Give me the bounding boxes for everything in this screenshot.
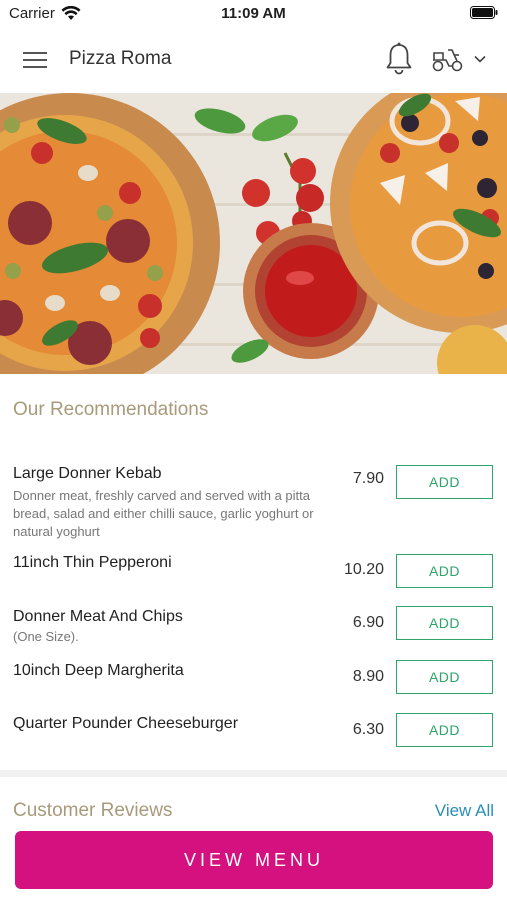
- status-bar: Carrier 11:09 AM: [0, 0, 507, 28]
- recommendations-title: Our Recommendations: [13, 399, 209, 420]
- battery-icon: [470, 6, 498, 19]
- hamburger-menu-icon[interactable]: [22, 47, 48, 73]
- section-divider: [0, 770, 507, 777]
- scooter-delivery-icon[interactable]: [430, 44, 464, 74]
- add-button[interactable]: ADD: [396, 554, 493, 588]
- item-price: 10.20: [343, 561, 384, 578]
- add-button[interactable]: ADD: [396, 713, 493, 747]
- view-menu-button[interactable]: VIEW MENU: [15, 831, 493, 889]
- page-title: Pizza Roma: [69, 48, 172, 69]
- add-button[interactable]: ADD: [396, 660, 493, 694]
- item-price: 7.90: [352, 470, 384, 487]
- chevron-down-icon[interactable]: [472, 51, 488, 67]
- hero-image: [0, 93, 507, 374]
- item-description: (One Size).: [13, 629, 79, 644]
- item-name: Large Donner Kebab: [13, 465, 162, 482]
- item-price: 6.30: [352, 721, 384, 738]
- add-button[interactable]: ADD: [396, 465, 493, 499]
- item-description: Donner meat, freshly carved and served w…: [13, 488, 314, 539]
- bell-icon[interactable]: [384, 41, 414, 77]
- item-name: Donner Meat And Chips: [13, 608, 183, 625]
- status-time: 11:09 AM: [221, 5, 286, 22]
- pizza-illustration: [0, 93, 507, 374]
- item-name: 10inch Deep Margherita: [13, 662, 184, 679]
- app-header: Pizza Roma: [0, 28, 507, 92]
- reviews-title: Customer Reviews: [13, 800, 173, 821]
- item-name: 11inch Thin Pepperoni: [13, 554, 172, 571]
- item-name: Quarter Pounder Cheeseburger: [13, 715, 239, 732]
- add-button[interactable]: ADD: [396, 606, 493, 640]
- item-price: 6.90: [352, 614, 384, 631]
- view-all-link[interactable]: View All: [435, 801, 494, 821]
- item-price: 8.90: [352, 668, 384, 685]
